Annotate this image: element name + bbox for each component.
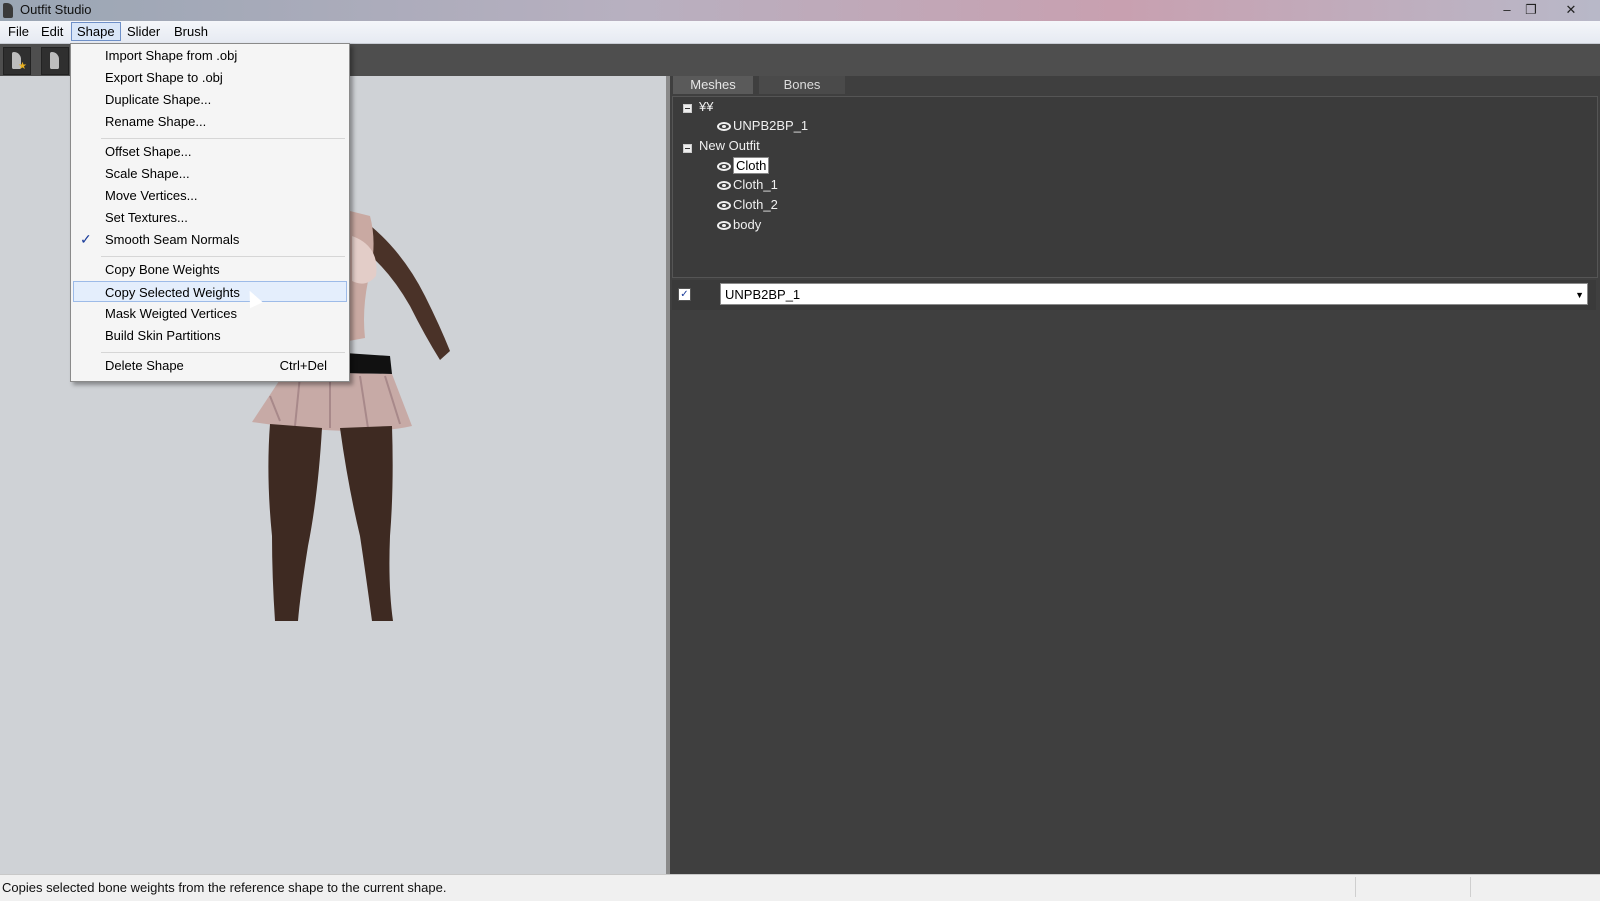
tree-item-cloth-2[interactable]: Cloth_2 xyxy=(717,196,778,214)
body-icon xyxy=(50,52,59,69)
status-divider xyxy=(1470,877,1471,897)
visibility-eye-icon[interactable] xyxy=(717,201,731,211)
app-icon xyxy=(3,3,13,18)
close-button[interactable]: ✕ xyxy=(1546,1,1596,18)
visibility-eye-icon[interactable] xyxy=(717,221,731,231)
menu-separator xyxy=(101,138,345,139)
mesh-tree: ¥¥ UNPB2BP_1 New Outfit Cloth Cloth_1 Cl… xyxy=(672,96,1598,278)
star-icon: ★ xyxy=(18,61,27,72)
new-project-button[interactable]: ★ xyxy=(3,47,31,75)
delete-shortcut: Ctrl+Del xyxy=(279,358,327,373)
menu-item-set-textures[interactable]: Set Textures... xyxy=(73,207,347,228)
menu-edit[interactable]: Edit xyxy=(36,23,68,40)
tree-item-body[interactable]: body xyxy=(717,216,761,234)
right-panel: Meshes Bones ¥¥ UNPB2BP_1 New Outfit Clo… xyxy=(670,76,1600,874)
tree-group-reference[interactable]: ¥¥ xyxy=(699,98,713,116)
menu-item-import-shape[interactable]: Import Shape from .obj xyxy=(73,45,347,66)
menu-separator xyxy=(101,352,345,353)
tab-bones[interactable]: Bones xyxy=(759,76,845,94)
visibility-eye-icon[interactable] xyxy=(717,181,731,191)
visibility-eye-icon[interactable] xyxy=(717,122,731,132)
status-bar: Copies selected bone weights from the re… xyxy=(0,874,1600,901)
menu-item-delete-shape[interactable]: Delete Shape Ctrl+Del xyxy=(73,355,347,376)
tab-meshes[interactable]: Meshes xyxy=(673,76,753,94)
menu-separator xyxy=(101,256,345,257)
reference-row: ✓ UNPB2BP_1 ▼ xyxy=(672,280,1596,310)
reference-shape-select[interactable]: UNPB2BP_1 ▼ xyxy=(720,283,1588,305)
window-title: Outfit Studio xyxy=(20,2,92,17)
collapse-icon[interactable] xyxy=(683,104,692,113)
reference-shape-value: UNPB2BP_1 xyxy=(725,287,801,302)
tree-group-new-outfit[interactable]: New Outfit xyxy=(699,137,760,155)
menu-bar: File Edit Shape Slider Brush xyxy=(0,21,1600,44)
minimize-button[interactable]: – xyxy=(1498,1,1516,18)
menu-file[interactable]: File xyxy=(3,23,34,40)
tree-item-cloth-1[interactable]: Cloth_1 xyxy=(717,176,778,194)
visibility-eye-icon[interactable] xyxy=(717,162,731,172)
menu-item-move-vertices[interactable]: Move Vertices... xyxy=(73,185,347,206)
menu-item-smooth-seam-normals[interactable]: ✓ Smooth Seam Normals xyxy=(73,229,347,250)
load-project-button[interactable] xyxy=(41,47,69,75)
menu-item-offset-shape[interactable]: Offset Shape... xyxy=(73,141,347,162)
dropdown-arrow-icon: ▼ xyxy=(1575,290,1584,300)
menu-slider[interactable]: Slider xyxy=(122,23,165,40)
menu-item-scale-shape[interactable]: Scale Shape... xyxy=(73,163,347,184)
title-bar: Outfit Studio – ❐ ✕ xyxy=(0,0,1600,21)
status-message: Copies selected bone weights from the re… xyxy=(2,880,447,895)
menu-item-build-skin-partitions[interactable]: Build Skin Partitions xyxy=(73,325,347,346)
maximize-button[interactable]: ❐ xyxy=(1522,1,1540,18)
menu-item-copy-bone-weights[interactable]: Copy Bone Weights xyxy=(73,259,347,280)
menu-item-copy-selected-weights[interactable]: Copy Selected Weights xyxy=(73,281,347,302)
collapse-icon[interactable] xyxy=(683,144,692,153)
tree-item-unpb2bp1[interactable]: UNPB2BP_1 xyxy=(717,117,808,135)
tree-item-cloth[interactable]: Cloth xyxy=(717,157,770,175)
menu-item-mask-weighted-vertices[interactable]: Mask Weigted Vertices xyxy=(73,303,347,324)
reference-checkbox[interactable]: ✓ xyxy=(678,288,691,301)
menu-shape[interactable]: Shape xyxy=(71,22,121,41)
shape-menu: Import Shape from .obj Export Shape to .… xyxy=(70,43,350,382)
menu-item-export-shape[interactable]: Export Shape to .obj xyxy=(73,67,347,88)
check-icon: ✓ xyxy=(80,231,92,247)
menu-brush[interactable]: Brush xyxy=(169,23,213,40)
status-divider xyxy=(1355,877,1356,897)
menu-item-duplicate-shape[interactable]: Duplicate Shape... xyxy=(73,89,347,110)
menu-item-rename-shape[interactable]: Rename Shape... xyxy=(73,111,347,132)
